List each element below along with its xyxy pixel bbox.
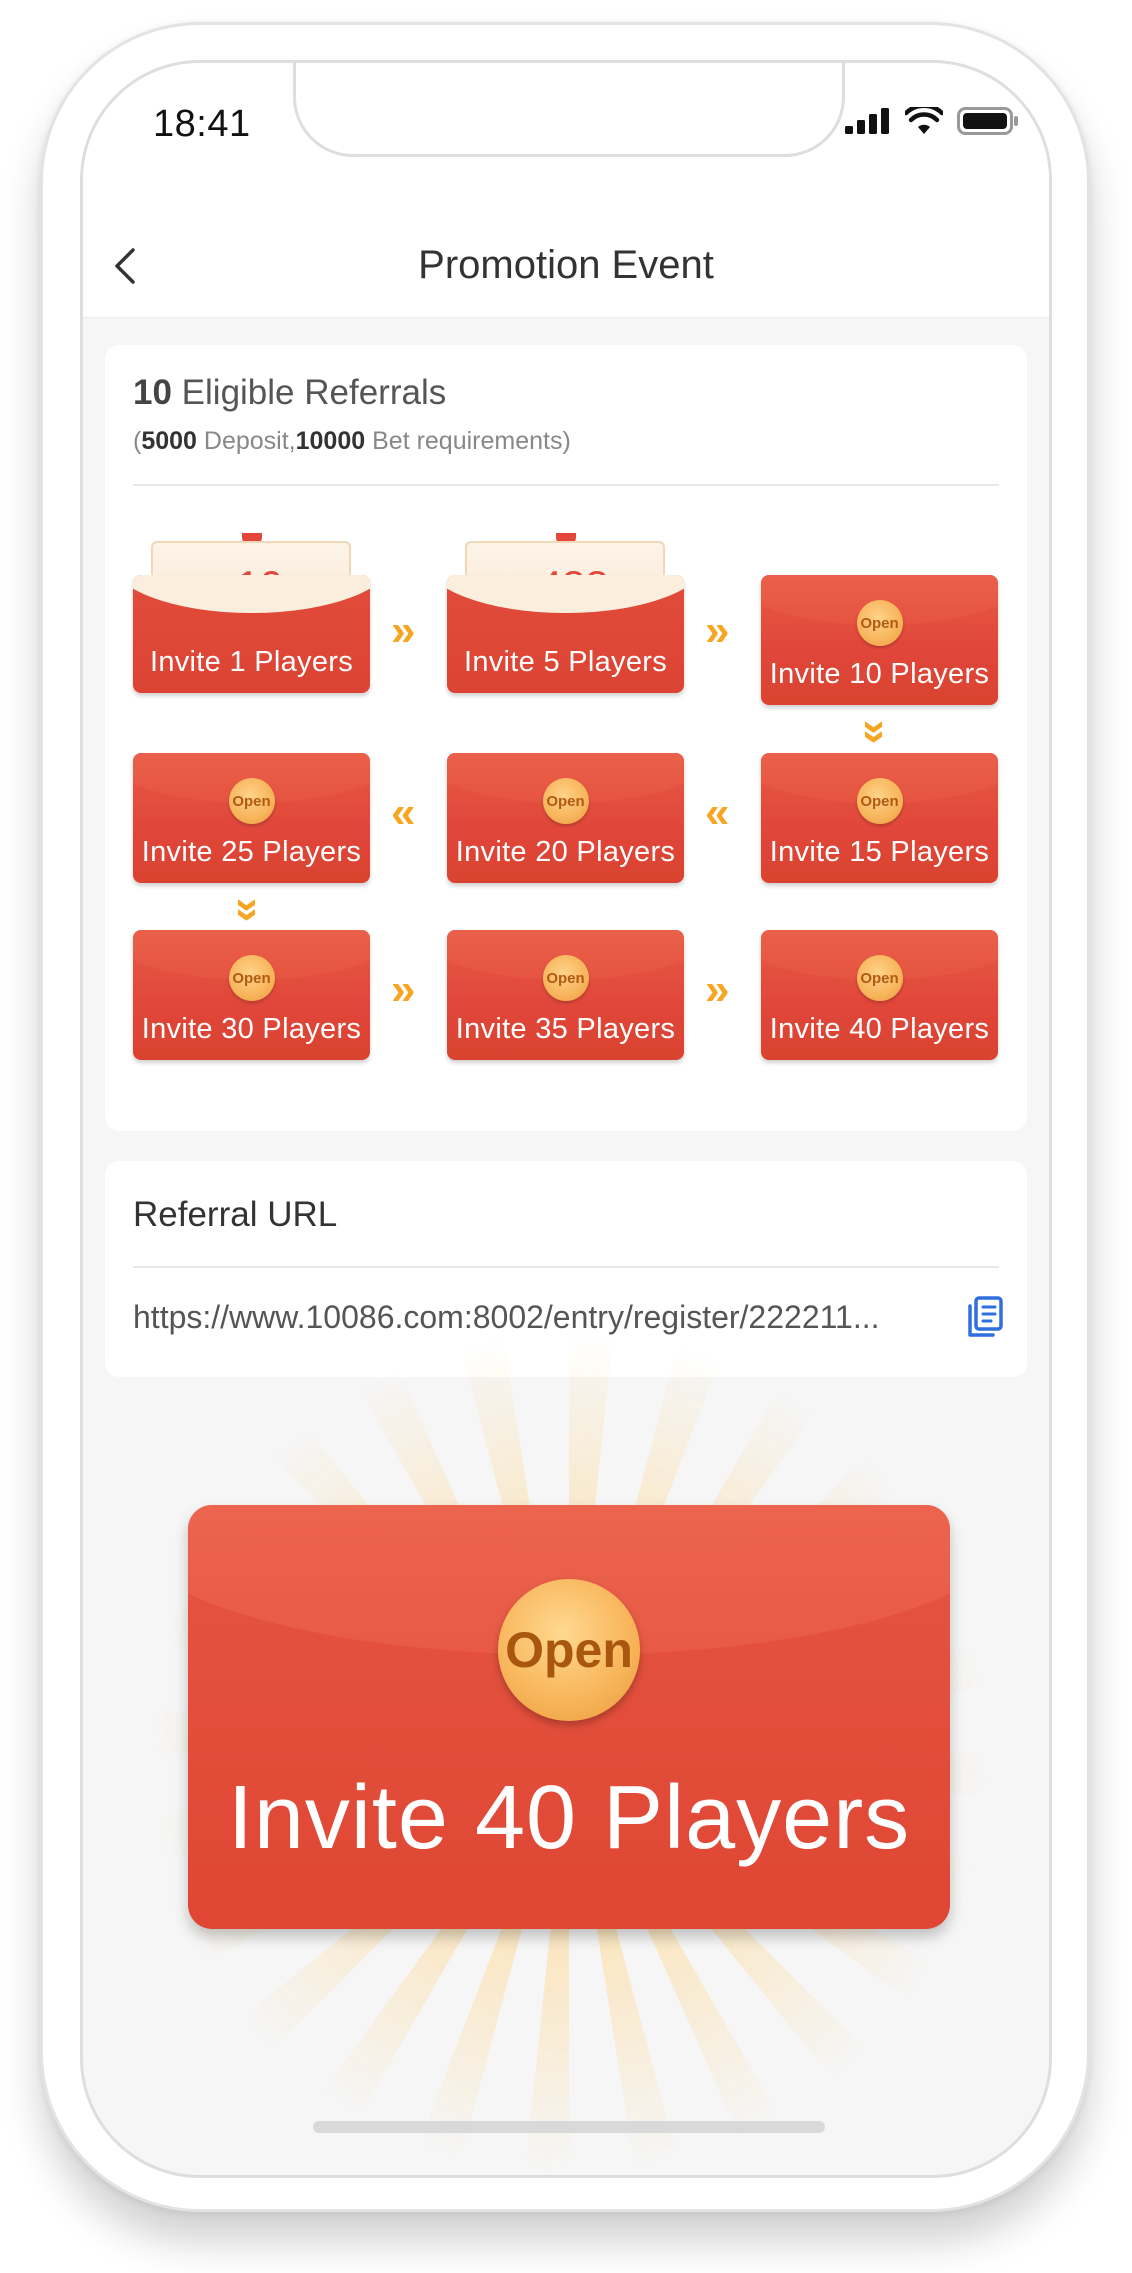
- arrow-right-icon: »: [391, 965, 416, 1014]
- envelope-invite-25[interactable]: Open Invite 25 Players: [133, 753, 370, 883]
- phone-screen: 18:41 Promotion Event 10 Eligible Referr…: [80, 60, 1052, 2178]
- deposit-value: 5000: [141, 427, 197, 455]
- arrow-right-icon: »: [705, 606, 730, 655]
- deposit-label: Deposit,: [203, 427, 296, 455]
- bet-label: Bet requirements): [372, 427, 571, 455]
- open-coin-icon: Open: [542, 778, 589, 824]
- battery-icon: [957, 107, 1018, 135]
- referral-url-title: Referral URL: [133, 1195, 338, 1234]
- open-coin-icon: Open: [856, 955, 903, 1001]
- eligible-label: Eligible Referrals: [181, 373, 447, 412]
- status-icons: [845, 107, 1019, 135]
- featured-envelope[interactable]: Open Invite 40 Players: [188, 1505, 950, 1929]
- featured-envelope-label: Invite 40 Players: [227, 1768, 911, 1868]
- summary: 10 Eligible Referrals (5000 Deposit,1000…: [105, 345, 1027, 456]
- envelope-label: Invite 10 Players: [769, 658, 990, 690]
- arrow-right-icon: »: [705, 965, 730, 1014]
- envelope-label: Invite 40 Players: [769, 1013, 990, 1045]
- envelope-label: Invite 30 Players: [141, 1013, 362, 1045]
- requirements: (5000 Deposit,10000 Bet requirements): [133, 427, 999, 456]
- divider: [133, 484, 999, 486]
- envelope-invite-10[interactable]: Open Invite 10 Players: [761, 575, 998, 705]
- divider: [133, 1266, 999, 1268]
- arrow-down-icon: »: [852, 719, 902, 745]
- envelope-invite-15[interactable]: Open Invite 15 Players: [761, 753, 998, 883]
- envelope-label: Invite 15 Players: [769, 836, 990, 868]
- open-coin-icon: Open: [542, 955, 589, 1001]
- envelope-label: Invite 20 Players: [455, 836, 676, 868]
- envelope-invite-30[interactable]: Open Invite 30 Players: [133, 930, 370, 1060]
- open-coin-icon[interactable]: Open: [498, 1579, 640, 1721]
- arrow-left-icon: «: [705, 788, 730, 837]
- eligible-referrals: 10 Eligible Referrals: [133, 373, 999, 413]
- open-coin-icon: Open: [228, 778, 275, 824]
- envelope-invite-5[interactable]: $488 Invite 5 Players: [447, 533, 684, 693]
- open-coin-icon: Open: [856, 600, 903, 646]
- wifi-icon: [905, 107, 943, 134]
- status-time: 18:41: [153, 103, 251, 145]
- back-icon[interactable]: [103, 241, 147, 291]
- home-indicator[interactable]: [313, 2121, 825, 2133]
- envelope-invite-20[interactable]: Open Invite 20 Players: [447, 753, 684, 883]
- eligible-count: 10: [133, 373, 172, 412]
- signal-icon: [845, 108, 889, 134]
- envelope-label: Invite 1 Players: [149, 646, 354, 678]
- page-title: Promotion Event: [418, 242, 714, 287]
- envelope-invite-40[interactable]: Open Invite 40 Players: [761, 930, 998, 1060]
- bet-value: 10000: [295, 427, 366, 455]
- open-coin-icon: Open: [856, 778, 903, 824]
- open-coin-icon: Open: [228, 955, 275, 1001]
- envelope-label: Invite 5 Players: [463, 646, 668, 678]
- notch: [293, 63, 845, 157]
- arrow-left-icon: «: [391, 788, 416, 837]
- envelope-invite-1[interactable]: $10 Invite 1 Players: [133, 533, 370, 693]
- envelope-label: Invite 35 Players: [455, 1013, 676, 1045]
- arrow-right-icon: »: [391, 606, 416, 655]
- envelope-label: Invite 25 Players: [141, 836, 362, 868]
- nav-bar: Promotion Event: [83, 213, 1049, 318]
- referral-progress-card: 10 Eligible Referrals (5000 Deposit,1000…: [105, 345, 1027, 1131]
- arrow-down-icon: »: [225, 897, 275, 923]
- envelope-invite-35[interactable]: Open Invite 35 Players: [447, 930, 684, 1060]
